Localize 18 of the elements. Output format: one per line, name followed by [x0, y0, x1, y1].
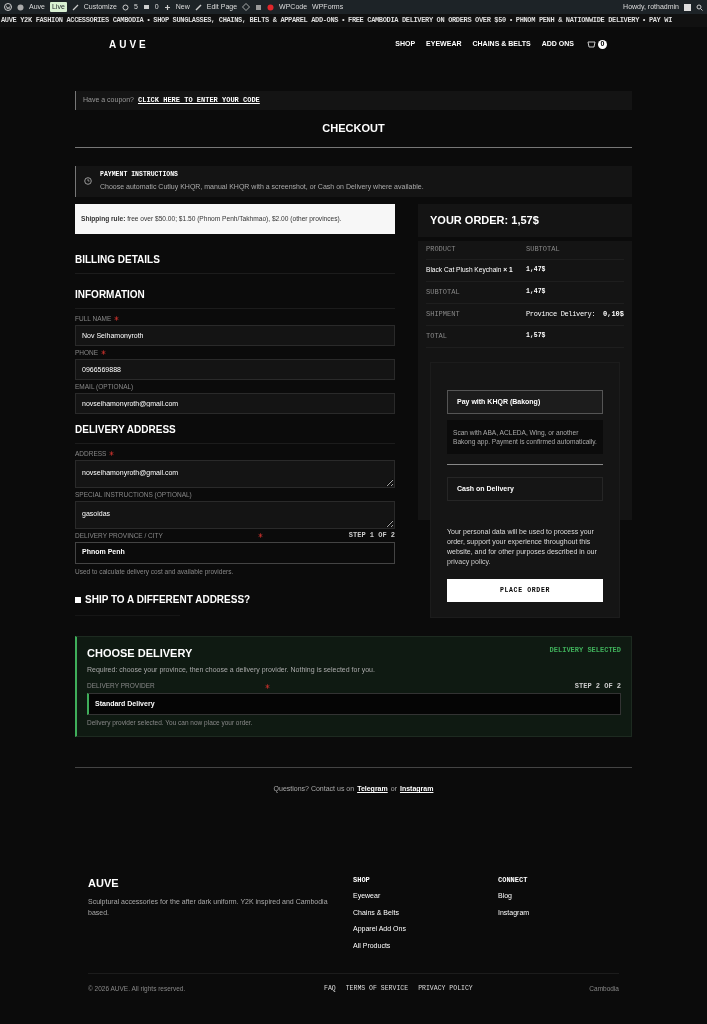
diamond-icon [242, 3, 251, 11]
delivery-heading: CHOOSE DELIVERY [87, 646, 193, 662]
wordpress-icon [4, 3, 12, 11]
cart-icon [587, 39, 596, 49]
clock-icon [84, 177, 92, 185]
footer-logo[interactable]: AUVE [88, 874, 343, 891]
section-heading: INFORMATION [75, 287, 146, 302]
section-heading: BILLING DETAILS [75, 252, 161, 267]
checkbox[interactable] [75, 596, 81, 603]
order-title: YOUR ORDER: 1,57$ [430, 212, 539, 228]
status-dot-icon [267, 3, 275, 11]
plus-icon [163, 3, 171, 11]
avatar-icon [684, 3, 691, 11]
search-icon [696, 3, 703, 11]
page-title: CHECKOUT [321, 121, 386, 136]
section-heading: DELIVERY ADDRESS [75, 422, 177, 437]
checkbox-label: SHIP TO A DIFFERENT ADDRESS? [85, 593, 251, 608]
site-logo[interactable]: AUVE [109, 36, 149, 52]
